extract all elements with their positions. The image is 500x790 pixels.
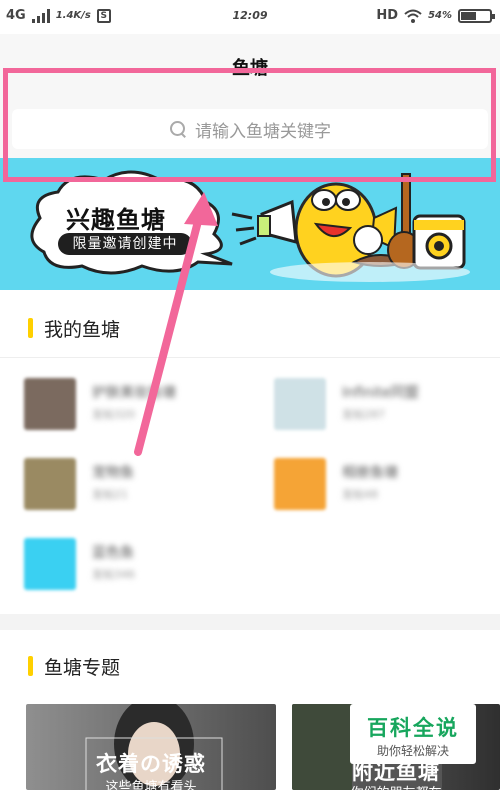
- pond-item[interactable]: 相册鱼塘 发帖48: [274, 458, 500, 518]
- pond-meta: 发帖346: [92, 568, 135, 581]
- pond-item[interactable]: 护肤美妆鱼塘 发帖320: [24, 378, 254, 438]
- topic-subtitle: 你们的朋友都在: [292, 782, 500, 790]
- section-title: 我的鱼塘: [44, 319, 121, 341]
- pond-name: 相册鱼塘: [342, 465, 398, 481]
- pond-item[interactable]: 蓝色鱼 发帖346: [24, 538, 254, 598]
- pond-name: 宠物鱼: [92, 465, 134, 481]
- status-bar: 4G 1.4K/s S 12:09 HD 54%: [0, 0, 500, 34]
- pond-thumbnail: [24, 378, 76, 430]
- pond-meta: 发帖48: [342, 488, 378, 501]
- hd-indicator: HD: [376, 8, 399, 23]
- pond-name: 护肤美妆鱼塘: [92, 385, 176, 401]
- pond-thumbnail: [24, 538, 76, 590]
- battery-percent: 54%: [428, 10, 452, 21]
- pond-meta: 发帖320: [92, 408, 135, 421]
- watermark-subtitle: 助你轻松解决: [376, 744, 449, 758]
- topic-title: 衣着の诱惑: [96, 752, 206, 776]
- pond-meta: 发帖287: [342, 408, 385, 421]
- banner-subtitle: 限量邀请创建中: [58, 233, 192, 255]
- battery-icon: [458, 8, 495, 23]
- pond-thumbnail: [24, 458, 76, 510]
- watermark-logo: 百科全说 助你轻松解决: [350, 704, 476, 764]
- topic-subtitle: 这些鱼塘有看头: [105, 780, 197, 790]
- pond-name: Infinite同盟: [342, 385, 419, 401]
- section-accent-bar: [28, 656, 33, 676]
- section-title: 鱼塘专题: [44, 657, 121, 679]
- section-accent-bar: [28, 318, 33, 338]
- my-ponds-header: 我的鱼塘: [0, 296, 500, 358]
- pond-item[interactable]: 宠物鱼 发帖21: [24, 458, 254, 518]
- topic-card[interactable]: 衣着の诱惑 这些鱼塘有看头: [26, 704, 276, 790]
- battery-level: [461, 11, 476, 20]
- pond-item[interactable]: Infinite同盟 发帖287: [274, 378, 500, 438]
- pond-thumbnail: [274, 378, 326, 430]
- status-right: HD 54%: [376, 8, 495, 23]
- pond-meta: 发帖21: [92, 488, 128, 501]
- banner-title: 兴趣鱼塘: [66, 206, 166, 234]
- pond-name: 蓝色鱼: [92, 545, 134, 561]
- watermark-title: 百科全说: [367, 716, 459, 740]
- wifi-icon: [404, 9, 422, 23]
- topics-header: 鱼塘专题: [0, 634, 500, 696]
- pond-thumbnail: [274, 458, 326, 510]
- highlight-rectangle: [3, 68, 496, 182]
- my-ponds-section: 我的鱼塘 护肤美妆鱼塘 发帖320 Infinite同盟 发帖287 宠物鱼 发…: [0, 290, 500, 614]
